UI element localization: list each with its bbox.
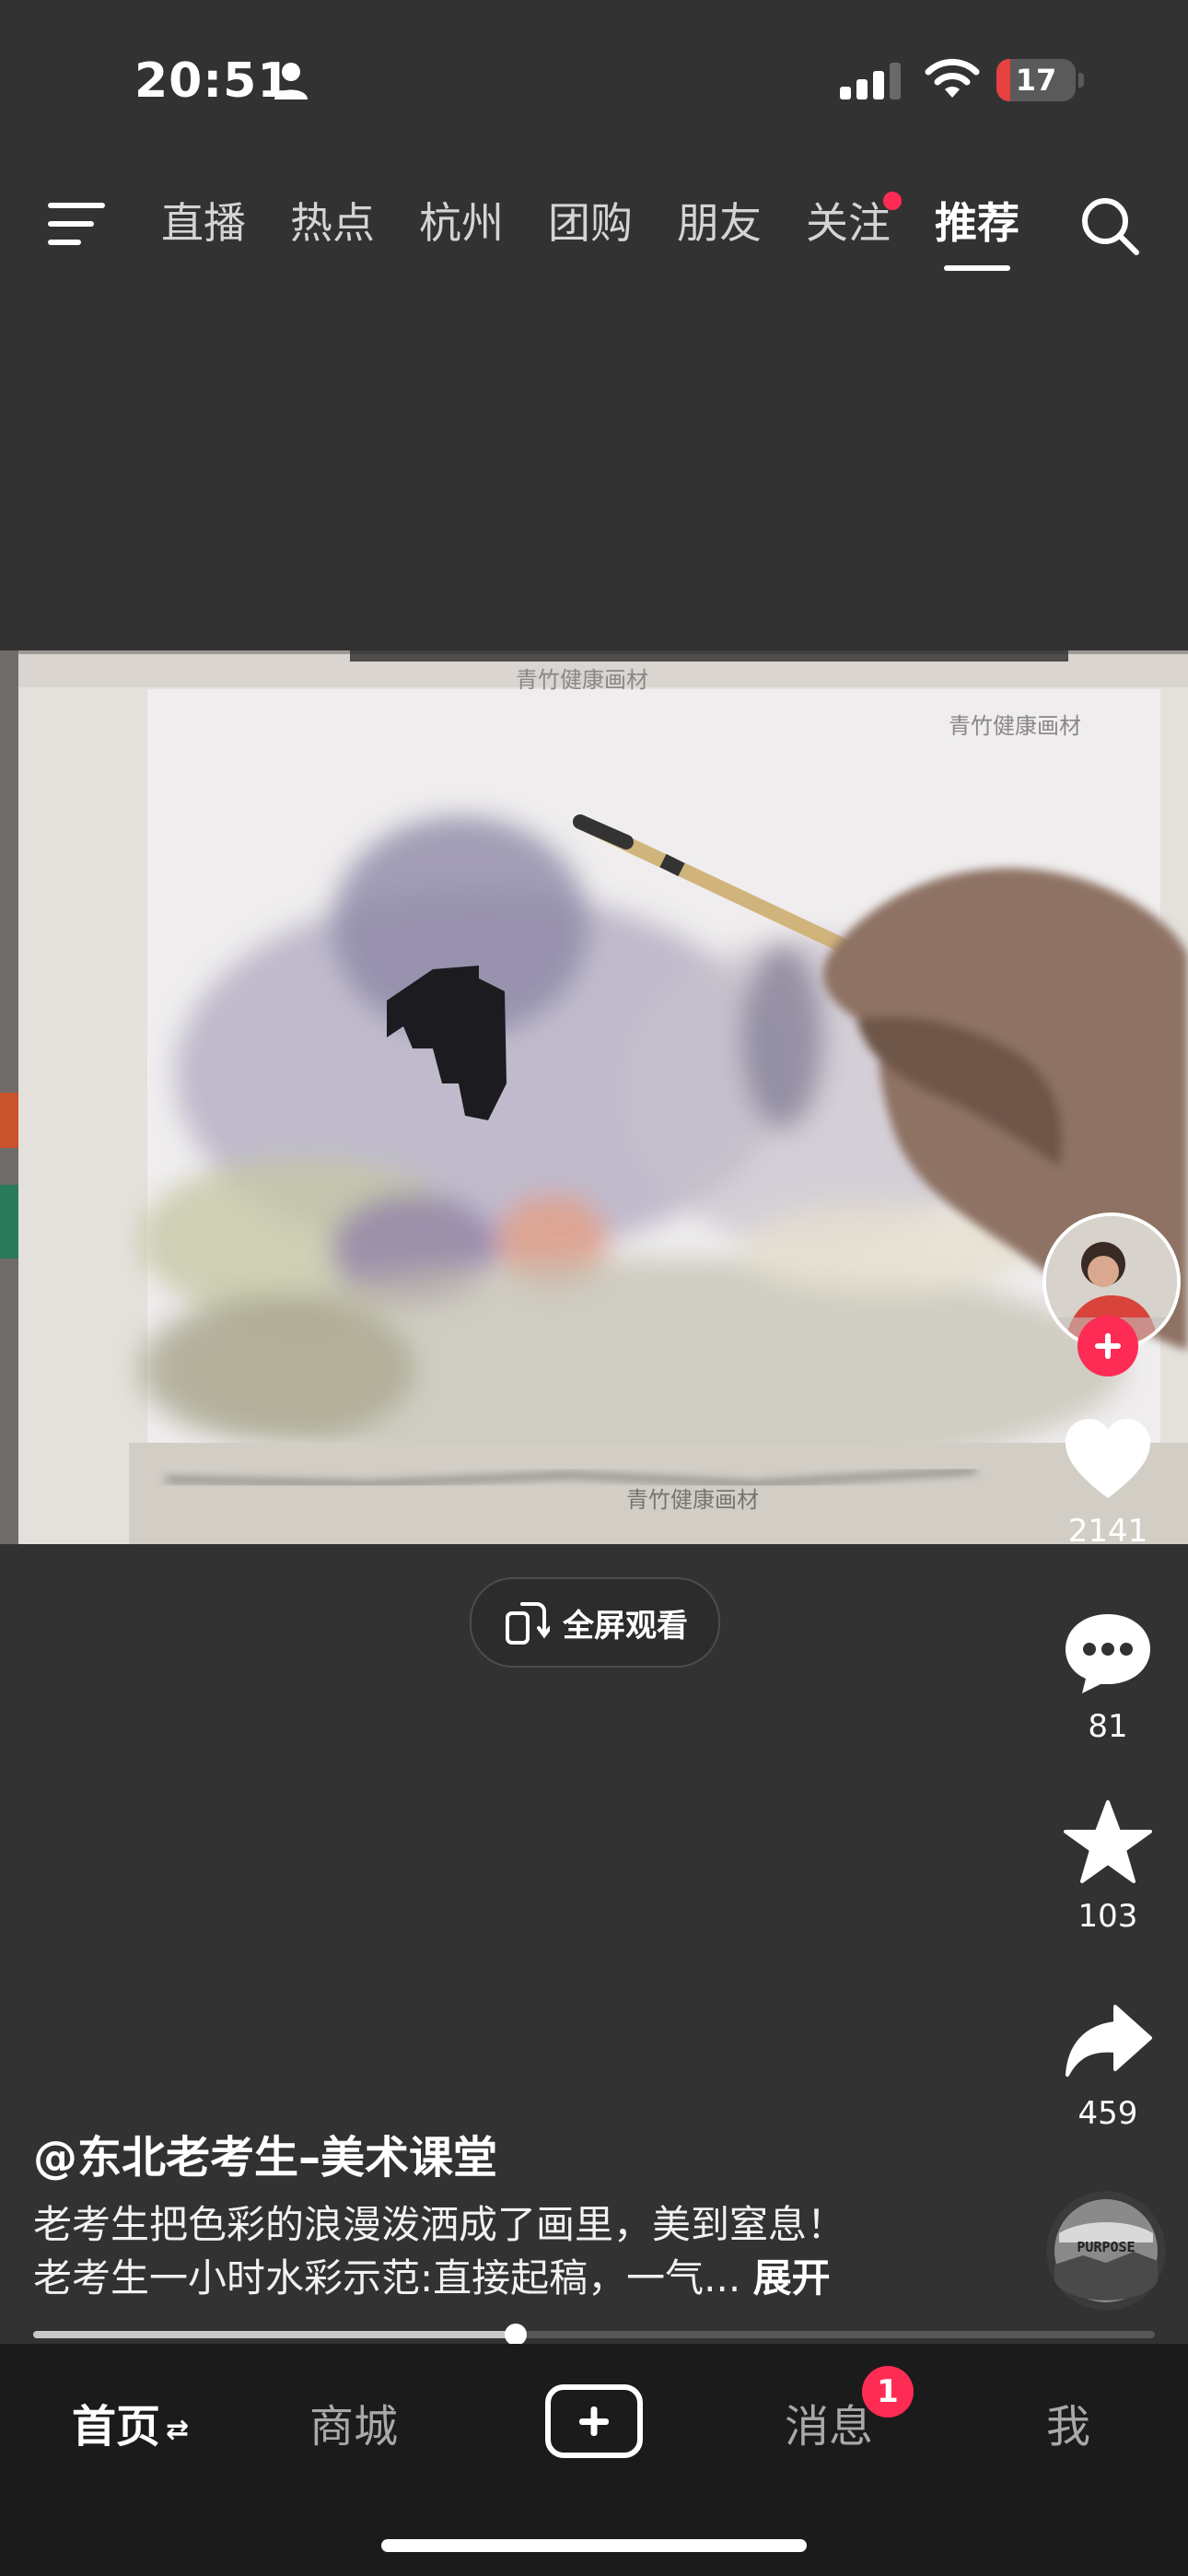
wifi-icon xyxy=(925,58,980,98)
description-line-2: 老考生一小时水彩示范:直接起稿，一气... 展开 xyxy=(33,2252,1028,2305)
star-icon xyxy=(1064,1800,1152,1883)
description-line-1: 老考生把色彩的浪漫泼洒成了画里，美到窒息！ xyxy=(33,2202,846,2247)
top-nav-tabs: 直播 热点 杭州 团购 朋友 关注 推荐 xyxy=(161,192,1064,271)
watermark-text: 青竹健康画材 xyxy=(516,667,648,693)
tab-city[interactable]: 杭州 xyxy=(419,193,504,258)
search-icon[interactable] xyxy=(1079,195,1142,258)
fullscreen-button[interactable]: 全屏观看 xyxy=(470,1577,720,1668)
tab-label: 杭州 xyxy=(419,198,504,248)
refresh-swap-icon: ⇄ xyxy=(166,2413,190,2446)
watermark-text: 青竹健康画材 xyxy=(949,713,1081,739)
watercolor-painting-image: 青竹健康画材 青竹健康画材 青竹健康画材 xyxy=(0,650,1188,1544)
video-player[interactable]: 青竹健康画材 青竹健康画材 青竹健康画材 xyxy=(0,650,1188,1544)
music-disc[interactable]: PURPOSE xyxy=(1046,2191,1166,2311)
music-cover-text: PURPOSE xyxy=(1077,2239,1135,2255)
tab-home-label: 首页 xyxy=(72,2401,161,2453)
like-count: 2141 xyxy=(1067,1513,1148,1550)
battery-tip xyxy=(1078,73,1084,88)
tab-me[interactable]: 我 xyxy=(1046,2390,1090,2454)
favorite-count: 103 xyxy=(1077,1898,1138,1935)
watermark-text: 青竹健康画材 xyxy=(626,1487,759,1513)
tab-label: 团购 xyxy=(548,198,633,248)
rotate-screen-icon xyxy=(506,1602,550,1645)
tab-group-buy[interactable]: 团购 xyxy=(548,193,633,258)
tab-label: 推荐 xyxy=(935,198,1019,248)
tab-live[interactable]: 直播 xyxy=(161,193,246,258)
notification-dot xyxy=(883,192,902,210)
battery-indicator: 17 xyxy=(996,59,1085,101)
person-icon xyxy=(274,63,308,100)
tab-mall[interactable]: 商城 xyxy=(309,2390,398,2454)
fullscreen-label: 全屏观看 xyxy=(563,1607,688,1645)
status-time: 20:51 xyxy=(134,53,292,109)
favorite-action[interactable]: 103 xyxy=(1053,1798,1163,1935)
video-progress-bar[interactable] xyxy=(33,2324,1155,2346)
tab-trending[interactable]: 热点 xyxy=(290,193,375,258)
messages-badge: 1 xyxy=(862,2366,914,2418)
tab-home[interactable]: 首页 ⇄ xyxy=(72,2390,189,2454)
battery-level: 17 xyxy=(1015,63,1057,98)
expand-button[interactable]: 展开 xyxy=(753,2255,831,2301)
home-indicator xyxy=(381,2539,807,2552)
comment-action[interactable]: 81 xyxy=(1053,1610,1163,1745)
tab-label: 热点 xyxy=(290,198,375,248)
tab-messages[interactable]: 消息 xyxy=(785,2390,873,2454)
comment-icon xyxy=(1066,1614,1150,1693)
music-cover-image: PURPOSE xyxy=(1046,2191,1166,2311)
follow-plus-icon[interactable] xyxy=(1077,1316,1138,1376)
progress-fill xyxy=(33,2331,516,2338)
tab-label: 关注 xyxy=(806,198,891,248)
cellular-signal-icon xyxy=(840,63,901,100)
comment-count: 81 xyxy=(1088,1708,1128,1745)
author-name[interactable]: @东北老考生–美术课堂 xyxy=(33,2121,497,2185)
menu-icon[interactable] xyxy=(48,201,107,247)
share-count: 459 xyxy=(1077,2095,1138,2132)
description-text: 老考生一小时水彩示范:直接起稿，一气... xyxy=(33,2255,741,2301)
tab-label: 朋友 xyxy=(677,198,762,248)
share-action[interactable]: 459 xyxy=(1053,2001,1163,2132)
heart-icon xyxy=(1066,1419,1150,1498)
video-description[interactable]: 老考生把色彩的浪漫泼洒成了画里，美到窒息！ 老考生一小时水彩示范:直接起稿，一气… xyxy=(33,2198,1028,2305)
progress-handle[interactable] xyxy=(504,2324,527,2346)
tab-label: 直播 xyxy=(161,198,246,248)
share-arrow-icon xyxy=(1066,2005,1152,2077)
tab-recommended[interactable]: 推荐 xyxy=(935,193,1019,271)
plus-icon xyxy=(579,2406,609,2436)
create-button[interactable] xyxy=(545,2384,643,2458)
tab-friends[interactable]: 朋友 xyxy=(677,193,762,258)
like-action[interactable]: 2141 xyxy=(1053,1417,1163,1550)
tab-following[interactable]: 关注 xyxy=(806,192,902,258)
